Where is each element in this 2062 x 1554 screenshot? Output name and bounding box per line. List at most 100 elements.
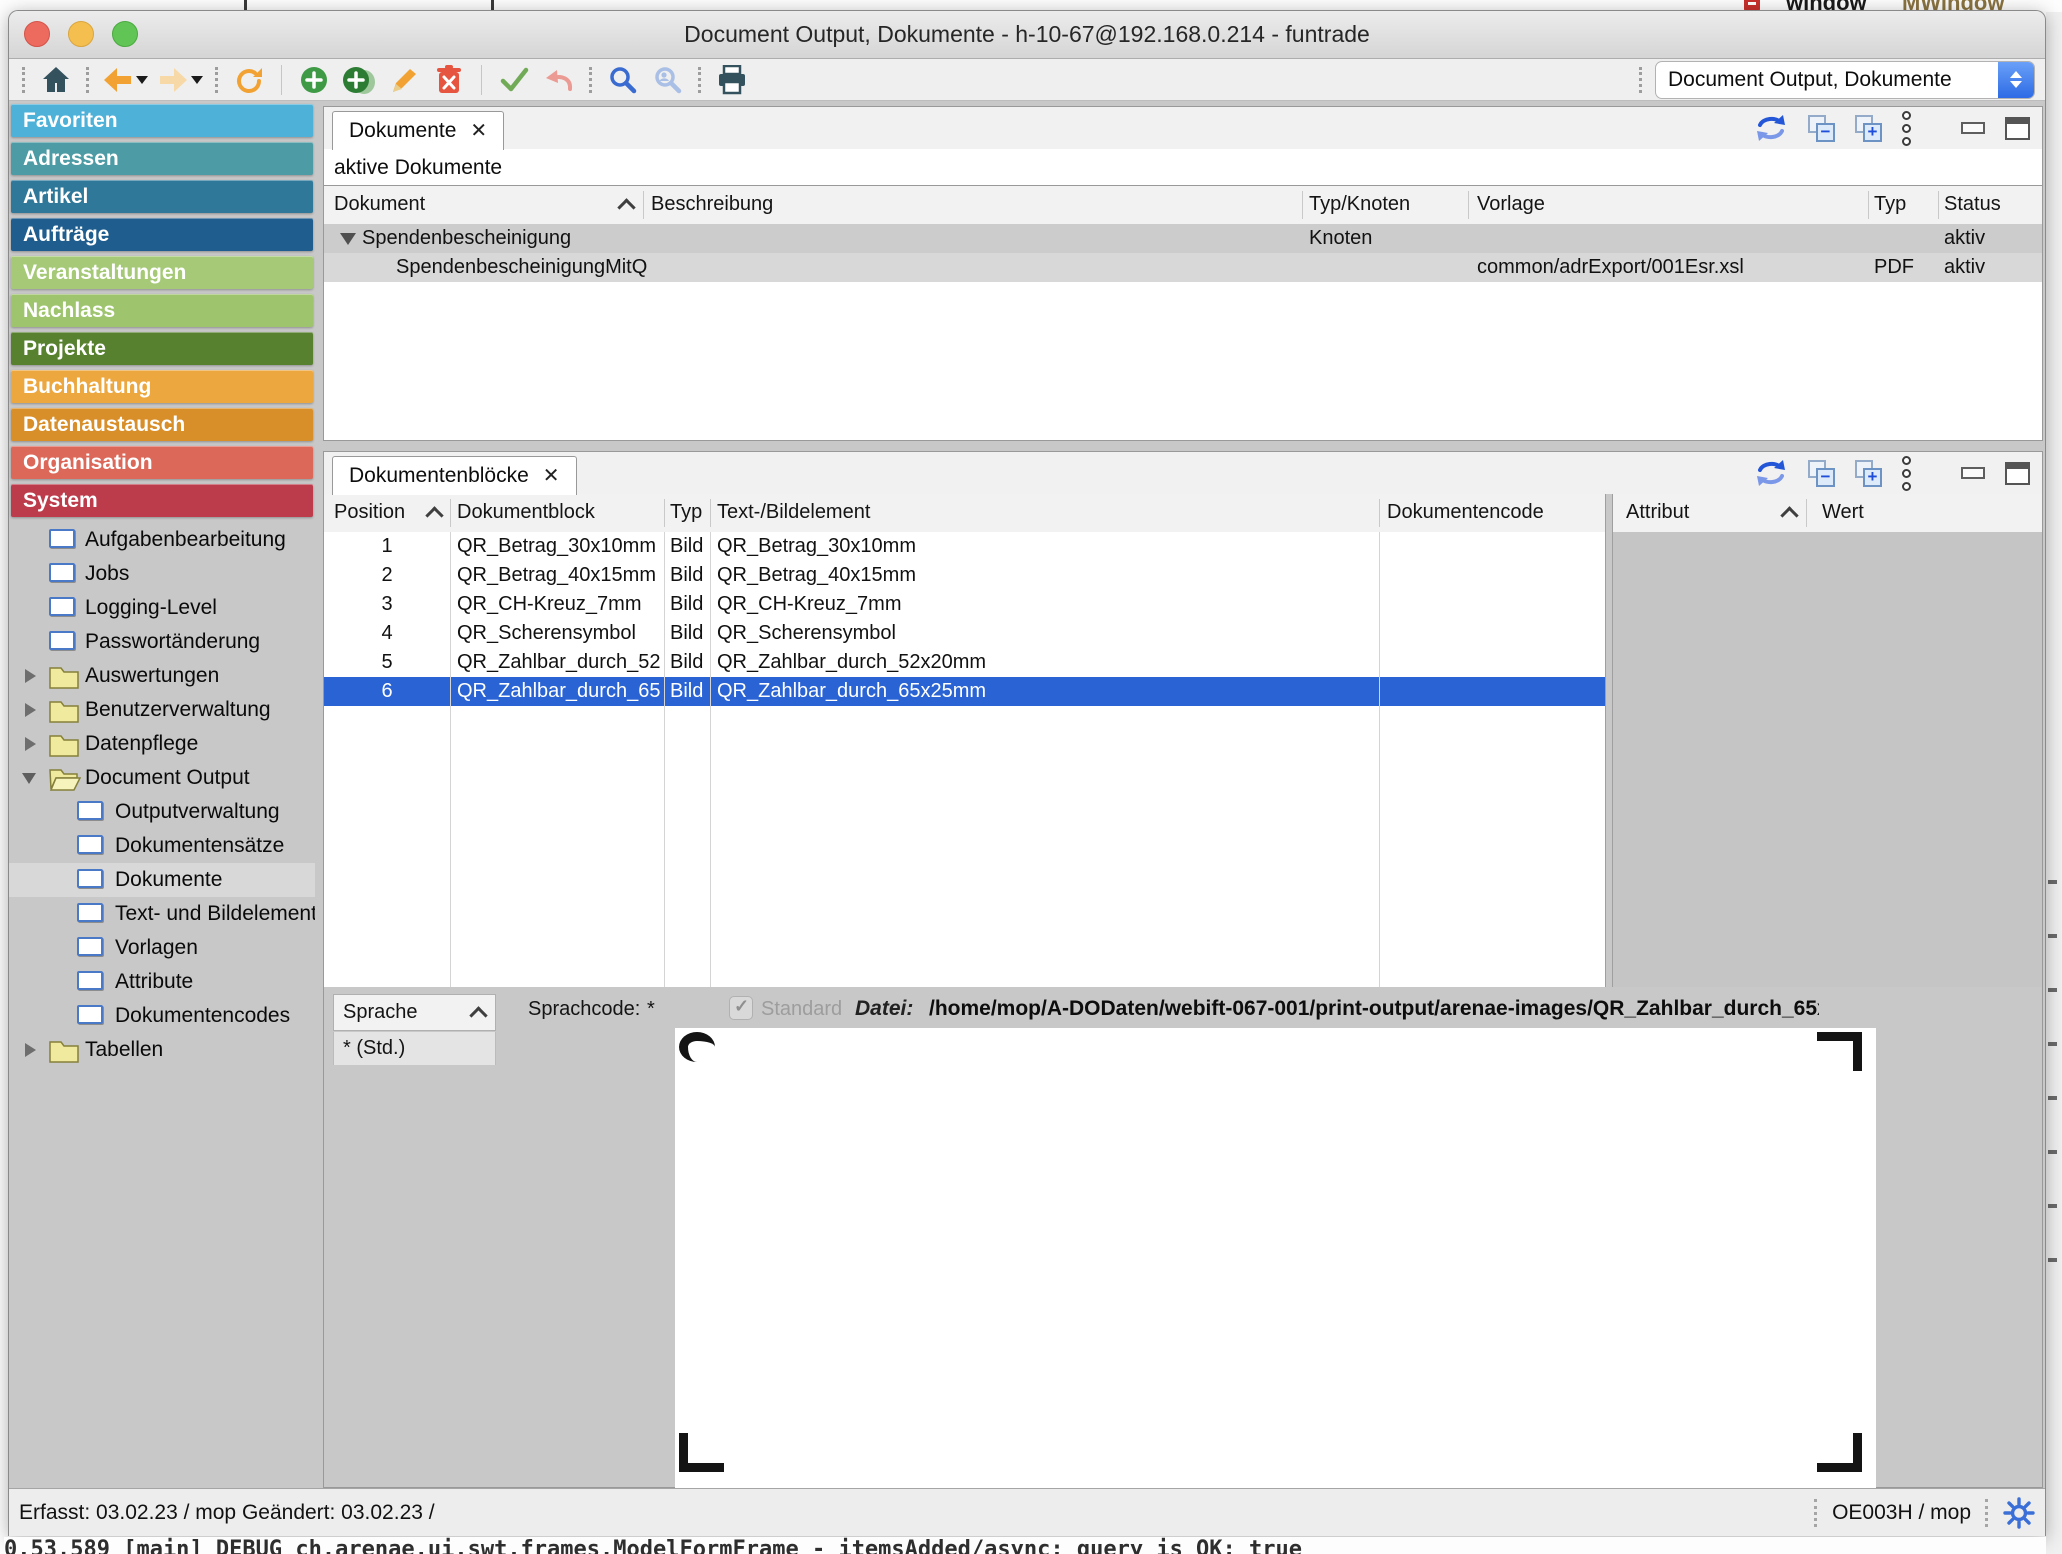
table-row-selected[interactable]: 6 QR_Zahlbar_durch_65 Bild QR_Zahlbar_du… — [324, 677, 1605, 706]
tree-item-dokumente[interactable]: Dokumente — [9, 863, 315, 897]
column-separator[interactable] — [664, 499, 665, 527]
column-separator[interactable] — [1938, 191, 1939, 219]
sync-icon[interactable] — [1754, 458, 1788, 488]
gear-icon[interactable] — [2003, 1497, 2035, 1529]
refresh-button[interactable] — [231, 62, 267, 98]
home-button[interactable] — [38, 62, 74, 98]
add-button[interactable] — [296, 62, 332, 98]
zoom-window-button[interactable] — [112, 21, 138, 47]
sidebar-category-adressen[interactable]: Adressen — [11, 142, 313, 175]
column-header-wert[interactable]: Wert — [1822, 494, 1864, 531]
confirm-button[interactable] — [496, 62, 532, 98]
collapse-all-icon[interactable] — [1808, 460, 1835, 487]
column-header-typ[interactable]: Typ — [670, 494, 702, 531]
tree-item-vorlagen[interactable]: Vorlagen — [9, 931, 315, 965]
view-selector-stepper-icon[interactable] — [1998, 62, 2034, 98]
tree-item-outputverwaltung[interactable]: Outputverwaltung — [9, 795, 315, 829]
sidebar-category-veranstaltungen[interactable]: Veranstaltungen — [11, 256, 313, 289]
row-expander-icon[interactable] — [340, 233, 356, 245]
back-button[interactable] — [102, 62, 148, 98]
tree-item-jobs[interactable]: Jobs — [9, 557, 315, 591]
forward-history-caret-icon[interactable] — [191, 76, 203, 84]
tab-dokumente[interactable]: Dokumente — [332, 111, 504, 150]
table-row[interactable]: SpendenbescheinigungMitQ common/adrExpor… — [324, 253, 2042, 282]
expand-arrow-icon[interactable] — [25, 703, 36, 717]
toolbar-separator[interactable] — [22, 67, 26, 93]
tree-item-text-und-bildelemente[interactable]: Text- und Bildelemente — [9, 897, 315, 931]
pane-splitter[interactable] — [1605, 494, 1613, 987]
tree-item-benutzerverwaltung[interactable]: Benutzerverwaltung — [9, 693, 315, 727]
sidebar-category-datenaustausch[interactable]: Datenaustausch — [11, 408, 313, 441]
sprache-column-header[interactable]: Sprache — [333, 994, 496, 1031]
column-separator[interactable] — [1468, 191, 1469, 219]
sidebar-category-organisation[interactable]: Organisation — [11, 446, 313, 479]
toolbar-separator[interactable] — [698, 67, 702, 93]
column-header-position[interactable]: Position — [334, 494, 405, 531]
toolbar-separator[interactable] — [1639, 67, 1643, 93]
sort-asc-icon[interactable] — [1780, 506, 1798, 524]
table-row[interactable]: 1 QR_Betrag_30x10mm Bild QR_Betrag_30x10… — [324, 532, 1605, 561]
column-separator[interactable] — [1806, 499, 1807, 527]
tree-item-tabellen[interactable]: Tabellen — [9, 1033, 315, 1067]
expand-arrow-icon[interactable] — [25, 737, 36, 751]
more-options-icon[interactable] — [1902, 456, 1911, 491]
sidebar-category-favoriten[interactable]: Favoriten — [11, 104, 313, 137]
sidebar-category-artikel[interactable]: Artikel — [11, 180, 313, 213]
column-header-beschreibung[interactable]: Beschreibung — [651, 186, 773, 223]
view-selector[interactable]: Document Output, Dokumente — [1655, 61, 2035, 99]
toolbar-separator[interactable] — [215, 67, 219, 93]
sync-icon[interactable] — [1754, 113, 1788, 143]
column-header-element[interactable]: Text-/Bildelement — [717, 494, 870, 531]
sidebar-category-projekte[interactable]: Projekte — [11, 332, 313, 365]
tree-item-document-output[interactable]: Document Output — [9, 761, 315, 795]
table-row[interactable]: 3 QR_CH-Kreuz_7mm Bild QR_CH-Kreuz_7mm — [324, 590, 1605, 619]
column-separator[interactable] — [1379, 499, 1380, 527]
tree-item-auswertungen[interactable]: Auswertungen — [9, 659, 315, 693]
column-header-attribut[interactable]: Attribut — [1626, 494, 1689, 531]
collapse-all-icon[interactable] — [1808, 115, 1835, 142]
undo-button[interactable] — [541, 62, 577, 98]
table-row[interactable]: Spendenbescheinigung Knoten aktiv — [324, 224, 2042, 253]
sort-asc-icon[interactable] — [617, 198, 635, 216]
back-history-caret-icon[interactable] — [136, 76, 148, 84]
tab-dokumentenbloecke[interactable]: Dokumentenblöcke — [332, 456, 577, 495]
close-tab-icon[interactable] — [543, 466, 560, 486]
collapse-arrow-icon[interactable] — [22, 773, 36, 784]
delete-button[interactable] — [431, 62, 467, 98]
expand-all-icon[interactable] — [1855, 460, 1882, 487]
expand-arrow-icon[interactable] — [25, 669, 36, 683]
tree-item-logging-level[interactable]: Logging-Level — [9, 591, 315, 625]
expand-all-icon[interactable] — [1855, 115, 1882, 142]
sort-asc-icon[interactable] — [425, 506, 443, 524]
maximize-panel-icon[interactable] — [2005, 117, 2030, 140]
print-button[interactable] — [714, 62, 750, 98]
table-row[interactable]: 5 QR_Zahlbar_durch_52 Bild QR_Zahlbar_du… — [324, 648, 1605, 677]
toolbar-separator[interactable] — [589, 67, 593, 93]
expand-arrow-icon[interactable] — [25, 1043, 36, 1057]
titlebar[interactable]: Document Output, Dokumente - h-10-67@192… — [9, 11, 2045, 59]
column-header-dokument[interactable]: Dokument — [334, 186, 425, 223]
sprache-row-standard[interactable]: * (Std.) — [333, 1032, 496, 1065]
minimize-panel-icon[interactable] — [1961, 467, 1985, 479]
close-tab-icon[interactable] — [470, 121, 487, 141]
more-options-icon[interactable] — [1902, 111, 1911, 146]
search-person-button[interactable] — [650, 62, 686, 98]
close-window-button[interactable] — [24, 21, 50, 47]
column-separator[interactable] — [710, 499, 711, 527]
tree-item-aufgabenbearbeitung[interactable]: Aufgabenbearbeitung — [9, 523, 315, 557]
table-row[interactable]: 2 QR_Betrag_40x15mm Bild QR_Betrag_40x15… — [324, 561, 1605, 590]
minimize-panel-icon[interactable] — [1961, 122, 1985, 134]
column-separator[interactable] — [1302, 191, 1303, 219]
sidebar-category-system[interactable]: System — [11, 484, 313, 517]
column-separator[interactable] — [1868, 191, 1869, 219]
column-header-typ[interactable]: Typ — [1874, 186, 1906, 223]
sidebar-category-nachlass[interactable]: Nachlass — [11, 294, 313, 327]
table-row[interactable]: 4 QR_Scherensymbol Bild QR_Scherensymbol — [324, 619, 1605, 648]
sidebar-category-buchhaltung[interactable]: Buchhaltung — [11, 370, 313, 403]
maximize-panel-icon[interactable] — [2005, 462, 2030, 485]
column-header-dokumentblock[interactable]: Dokumentblock — [457, 494, 595, 531]
forward-button[interactable] — [157, 62, 203, 98]
column-header-dokumentencode[interactable]: Dokumentencode — [1387, 494, 1544, 531]
tree-item-dokumentensaetze[interactable]: Dokumentensätze — [9, 829, 315, 863]
column-header-status[interactable]: Status — [1944, 186, 2001, 223]
